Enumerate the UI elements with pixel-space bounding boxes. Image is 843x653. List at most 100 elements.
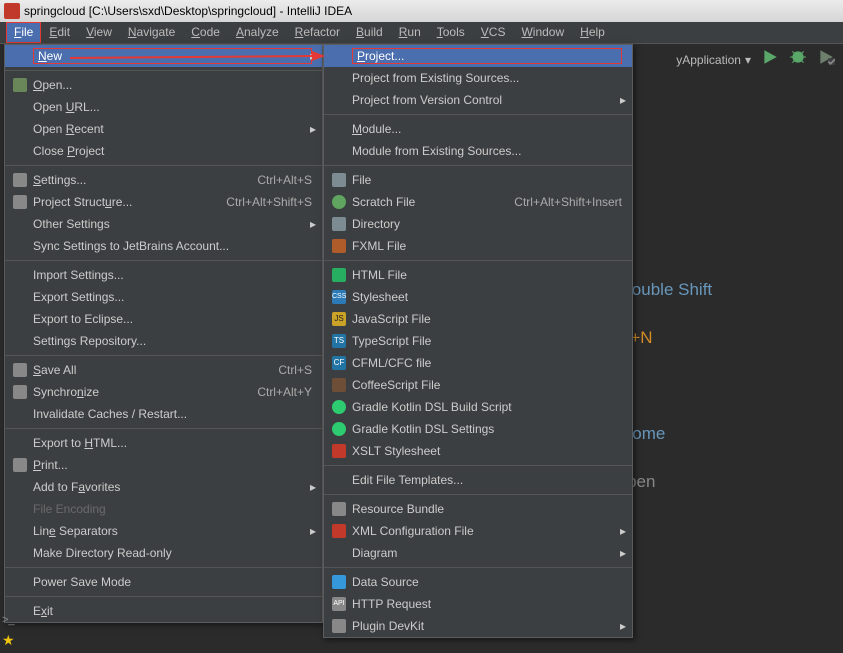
file-menu-item-add-to-favorites[interactable]: Add to Favorites▸ (5, 476, 322, 498)
terminal-icon[interactable]: >_ (2, 614, 15, 626)
file-menu-item-export-to-html[interactable]: Export to HTML... (5, 432, 322, 454)
new-menu-item-module-from-existing-sources[interactable]: Module from Existing Sources... (324, 140, 632, 162)
submenu-arrow-icon: ▸ (310, 524, 316, 538)
file-menu-item-synchronize[interactable]: SynchronizeCtrl+Alt+Y (5, 381, 322, 403)
new-menu-item-cfml-cfc-file[interactable]: CF CFML/CFC file (324, 352, 632, 374)
favorites-icon[interactable]: ★ (2, 632, 15, 649)
new-menu-item-coffeescript-file[interactable]: CoffeeScript File (324, 374, 632, 396)
run-icon[interactable] (761, 48, 779, 71)
cf-icon: CF (332, 356, 346, 370)
file-menu-item-invalidate-caches-restart[interactable]: Invalidate Caches / Restart... (5, 403, 322, 425)
file-menu-item-power-save-mode[interactable]: Power Save Mode (5, 571, 322, 593)
file-menu-item-project-structure[interactable]: Project Structure...Ctrl+Alt+Shift+S (5, 191, 322, 213)
separator (5, 260, 322, 261)
file-menu-item-print[interactable]: Print... (5, 454, 322, 476)
submenu-arrow-icon: ▸ (310, 217, 316, 231)
new-menu-item-plugin-devkit[interactable]: Plugin DevKit▸ (324, 615, 632, 637)
menu-item-label: Gradle Kotlin DSL Build Script (352, 400, 622, 414)
menu-file[interactable]: File (6, 22, 41, 43)
menu-navigate[interactable]: Navigate (120, 22, 183, 43)
file-menu-item-close-project[interactable]: Close Project (5, 140, 322, 162)
file-menu-item-make-directory-read-only[interactable]: Make Directory Read-only (5, 542, 322, 564)
new-menu-item-data-source[interactable]: Data Source (324, 571, 632, 593)
file-menu-item-open-recent[interactable]: Open Recent▸ (5, 118, 322, 140)
keyboard-shortcut: Double Shift (620, 280, 713, 299)
new-menu-item-project-from-version-control[interactable]: Project from Version Control▸ (324, 89, 632, 111)
menu-run[interactable]: Run (391, 22, 429, 43)
new-menu-item-diagram[interactable]: Diagram▸ (324, 542, 632, 564)
css-icon: CSS (332, 290, 346, 304)
fxml-icon (332, 239, 346, 253)
menu-item-label: Sync Settings to JetBrains Account... (33, 239, 312, 253)
file-icon (332, 173, 346, 187)
new-menu-item-project-from-existing-sources[interactable]: Project from Existing Sources... (324, 67, 632, 89)
menu-item-label: CFML/CFC file (352, 356, 622, 370)
menu-item-label: XML Configuration File (352, 524, 622, 538)
menu-code[interactable]: Code (183, 22, 228, 43)
menu-item-label: Gradle Kotlin DSL Settings (352, 422, 622, 436)
new-menu-item-gradle-kotlin-dsl-settings[interactable]: Gradle Kotlin DSL Settings (324, 418, 632, 440)
new-menu-item-xml-configuration-file[interactable]: XML Configuration File▸ (324, 520, 632, 542)
plugin-icon (332, 619, 346, 633)
file-menu-item-exit[interactable]: Exit (5, 600, 322, 622)
file-menu-item-settings-repository[interactable]: Settings Repository... (5, 330, 322, 352)
dir-icon (332, 217, 346, 231)
run-config-selector[interactable]: yApplication ▾ (676, 53, 751, 67)
new-menu-item-html-file[interactable]: HTML File (324, 264, 632, 286)
menu-item-label: Settings Repository... (33, 334, 312, 348)
file-menu-item-open[interactable]: Open... (5, 74, 322, 96)
new-menu-item-http-request[interactable]: APIHTTP Request (324, 593, 632, 615)
file-menu-item-import-settings[interactable]: Import Settings... (5, 264, 322, 286)
file-menu-item-new[interactable]: New▸ (5, 45, 322, 67)
new-menu-item-scratch-file[interactable]: Scratch FileCtrl+Alt+Shift+Insert (324, 191, 632, 213)
submenu-arrow-icon: ▸ (620, 546, 626, 560)
new-menu-item-gradle-kotlin-dsl-build-script[interactable]: Gradle Kotlin DSL Build Script (324, 396, 632, 418)
file-menu-item-settings[interactable]: Settings...Ctrl+Alt+S (5, 169, 322, 191)
new-menu-item-edit-file-templates[interactable]: Edit File Templates... (324, 469, 632, 491)
new-menu-item-fxml-file[interactable]: FXML File (324, 235, 632, 257)
file-menu-item-sync-settings-to-jetbrains-account[interactable]: Sync Settings to JetBrains Account... (5, 235, 322, 257)
new-menu-item-module[interactable]: Module... (324, 118, 632, 140)
file-menu: New▸Open...Open URL...Open Recent▸Close … (4, 44, 323, 623)
new-menu-item-directory[interactable]: Directory (324, 213, 632, 235)
menu-item-label: Settings... (33, 173, 233, 187)
menu-refactor[interactable]: Refactor (287, 22, 348, 43)
debug-icon[interactable] (789, 48, 807, 71)
shortcut: Ctrl+Alt+Shift+S (226, 195, 312, 209)
toolbar-right: yApplication ▾ (676, 48, 835, 71)
menu-item-label: Other Settings (33, 217, 312, 231)
menu-item-label: Open URL... (33, 100, 312, 114)
new-menu-item-project[interactable]: Project... (324, 45, 632, 67)
new-menu-item-xslt-stylesheet[interactable]: XSLT Stylesheet (324, 440, 632, 462)
file-menu-item-save-all[interactable]: Save AllCtrl+S (5, 359, 322, 381)
file-menu-item-export-settings[interactable]: Export Settings... (5, 286, 322, 308)
menu-tools[interactable]: Tools (429, 22, 473, 43)
file-menu-item-line-separators[interactable]: Line Separators▸ (5, 520, 322, 542)
menu-item-label: Exit (33, 604, 312, 618)
new-menu-item-resource-bundle[interactable]: Resource Bundle (324, 498, 632, 520)
file-menu-item-export-to-eclipse[interactable]: Export to Eclipse... (5, 308, 322, 330)
menu-help[interactable]: Help (572, 22, 613, 43)
menu-item-label: Open Recent (33, 122, 312, 136)
rb-icon (332, 502, 346, 516)
menu-build[interactable]: Build (348, 22, 391, 43)
menu-vcs[interactable]: VCS (473, 22, 514, 43)
menu-item-label: Module from Existing Sources... (352, 144, 622, 158)
menu-item-label: Plugin DevKit (352, 619, 622, 633)
separator (324, 567, 632, 568)
new-menu-item-typescript-file[interactable]: TSTypeScript File (324, 330, 632, 352)
menu-analyze[interactable]: Analyze (228, 22, 287, 43)
menu-view[interactable]: View (78, 22, 120, 43)
new-menu-item-file[interactable]: File (324, 169, 632, 191)
coverage-icon[interactable] (817, 48, 835, 71)
new-menu-item-stylesheet[interactable]: CSSStylesheet (324, 286, 632, 308)
menu-item-label: Project from Version Control (352, 93, 622, 107)
menu-item-label: Data Source (352, 575, 622, 589)
file-menu-item-file-encoding: File Encoding (5, 498, 322, 520)
menu-edit[interactable]: Edit (41, 22, 78, 43)
new-menu-item-javascript-file[interactable]: JSJavaScript File (324, 308, 632, 330)
menu-item-label: Project from Existing Sources... (352, 71, 622, 85)
file-menu-item-other-settings[interactable]: Other Settings▸ (5, 213, 322, 235)
menu-window[interactable]: Window (513, 22, 572, 43)
file-menu-item-open-url[interactable]: Open URL... (5, 96, 322, 118)
